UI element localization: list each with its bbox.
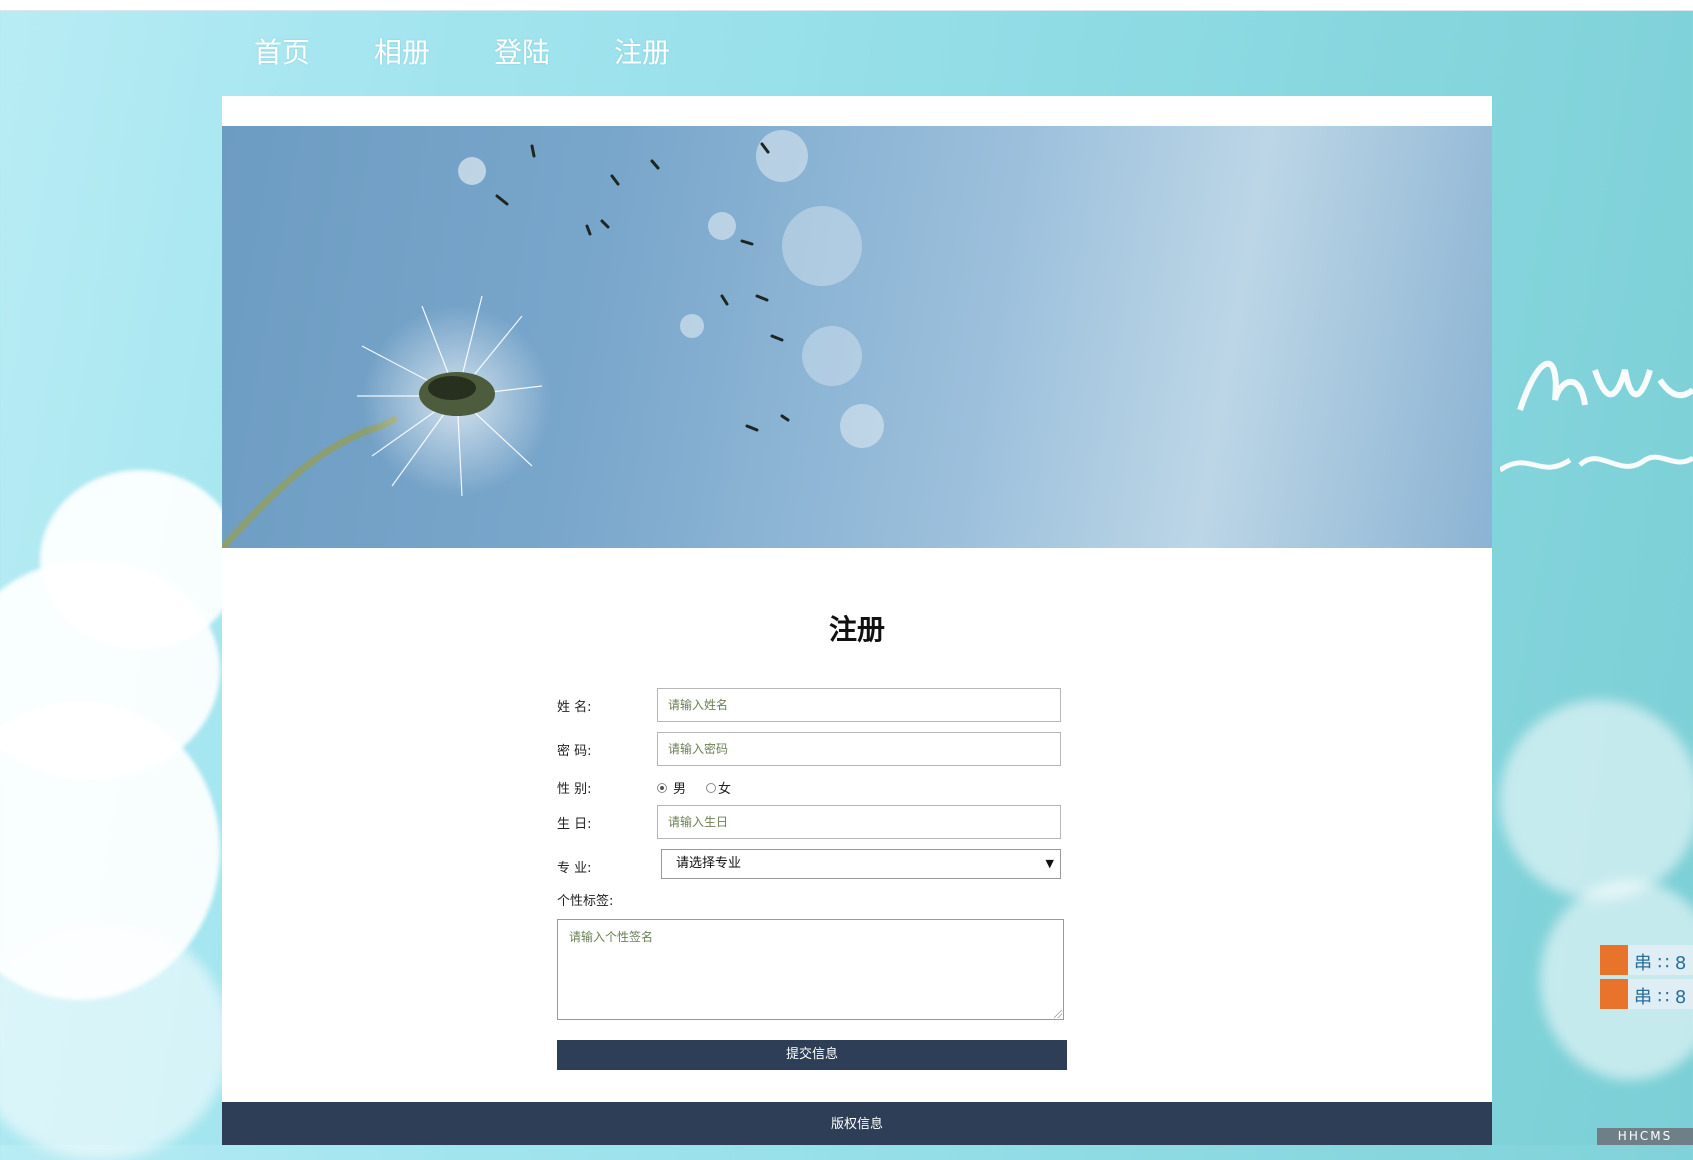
dandelion-illustration (222, 130, 884, 548)
password-input[interactable] (657, 732, 1061, 766)
nav-login-link[interactable]: 登陆 (462, 28, 582, 78)
submit-button[interactable]: 提交信息 (557, 1040, 1067, 1070)
hhcms-widget-label[interactable]: HHCMS (1597, 1128, 1693, 1145)
main-container: 注册 姓 名: 密 码: 性 别: 男 女 生 日: 专 业: 请选择专业 ▼ … (222, 96, 1492, 1145)
nav-register-link[interactable]: 注册 (582, 28, 702, 78)
password-label: 密 码: (557, 744, 592, 759)
radio-unchecked-icon[interactable] (706, 782, 716, 793)
gender-label: 性 别: (557, 782, 592, 797)
widget-tile: 串 ∷ 8 (1600, 979, 1693, 1009)
top-navigation: 首页 相册 登陆 注册 (222, 28, 702, 78)
nav-album-link[interactable]: 相册 (342, 28, 462, 78)
name-label: 姓 名: (557, 700, 592, 715)
footer-copyright-text: 版权信息 (830, 1117, 883, 1132)
gender-female-label: 女 (718, 782, 732, 797)
major-select[interactable]: 请选择专业 ▼ (661, 849, 1061, 879)
side-widget-tiles: 串 ∷ 8 串 ∷ 8 (1600, 945, 1693, 1013)
widget-tile: 串 ∷ 8 (1600, 945, 1693, 975)
major-selected-value: 请选择专业 (676, 856, 742, 871)
footer: 版权信息 (222, 1102, 1492, 1145)
chevron-down-icon: ▼ (1045, 857, 1054, 870)
birthday-label: 生 日: (557, 817, 592, 832)
dandelion-banner-image (222, 126, 1492, 548)
gender-male-option[interactable]: 男 (657, 778, 686, 797)
page-title: 注册 (828, 613, 885, 646)
radio-checked-icon[interactable] (657, 782, 667, 793)
birthday-input[interactable] (657, 805, 1061, 839)
bookmarks-bar (0, 0, 1693, 11)
major-label: 专 业: (557, 861, 592, 876)
gender-female-option[interactable]: 女 (706, 778, 731, 797)
name-input[interactable] (657, 688, 1061, 722)
nav-home-link[interactable]: 首页 (222, 28, 342, 78)
signature-placeholder: 请输入个性签名 (569, 930, 654, 944)
gender-male-label: 男 (673, 782, 687, 797)
handwriting-decoration (1498, 330, 1693, 527)
signature-label: 个性标签: (557, 894, 614, 909)
signature-textarea[interactable]: 请输入个性签名 (557, 919, 1064, 1020)
resize-grip-icon[interactable] (1054, 1010, 1062, 1018)
